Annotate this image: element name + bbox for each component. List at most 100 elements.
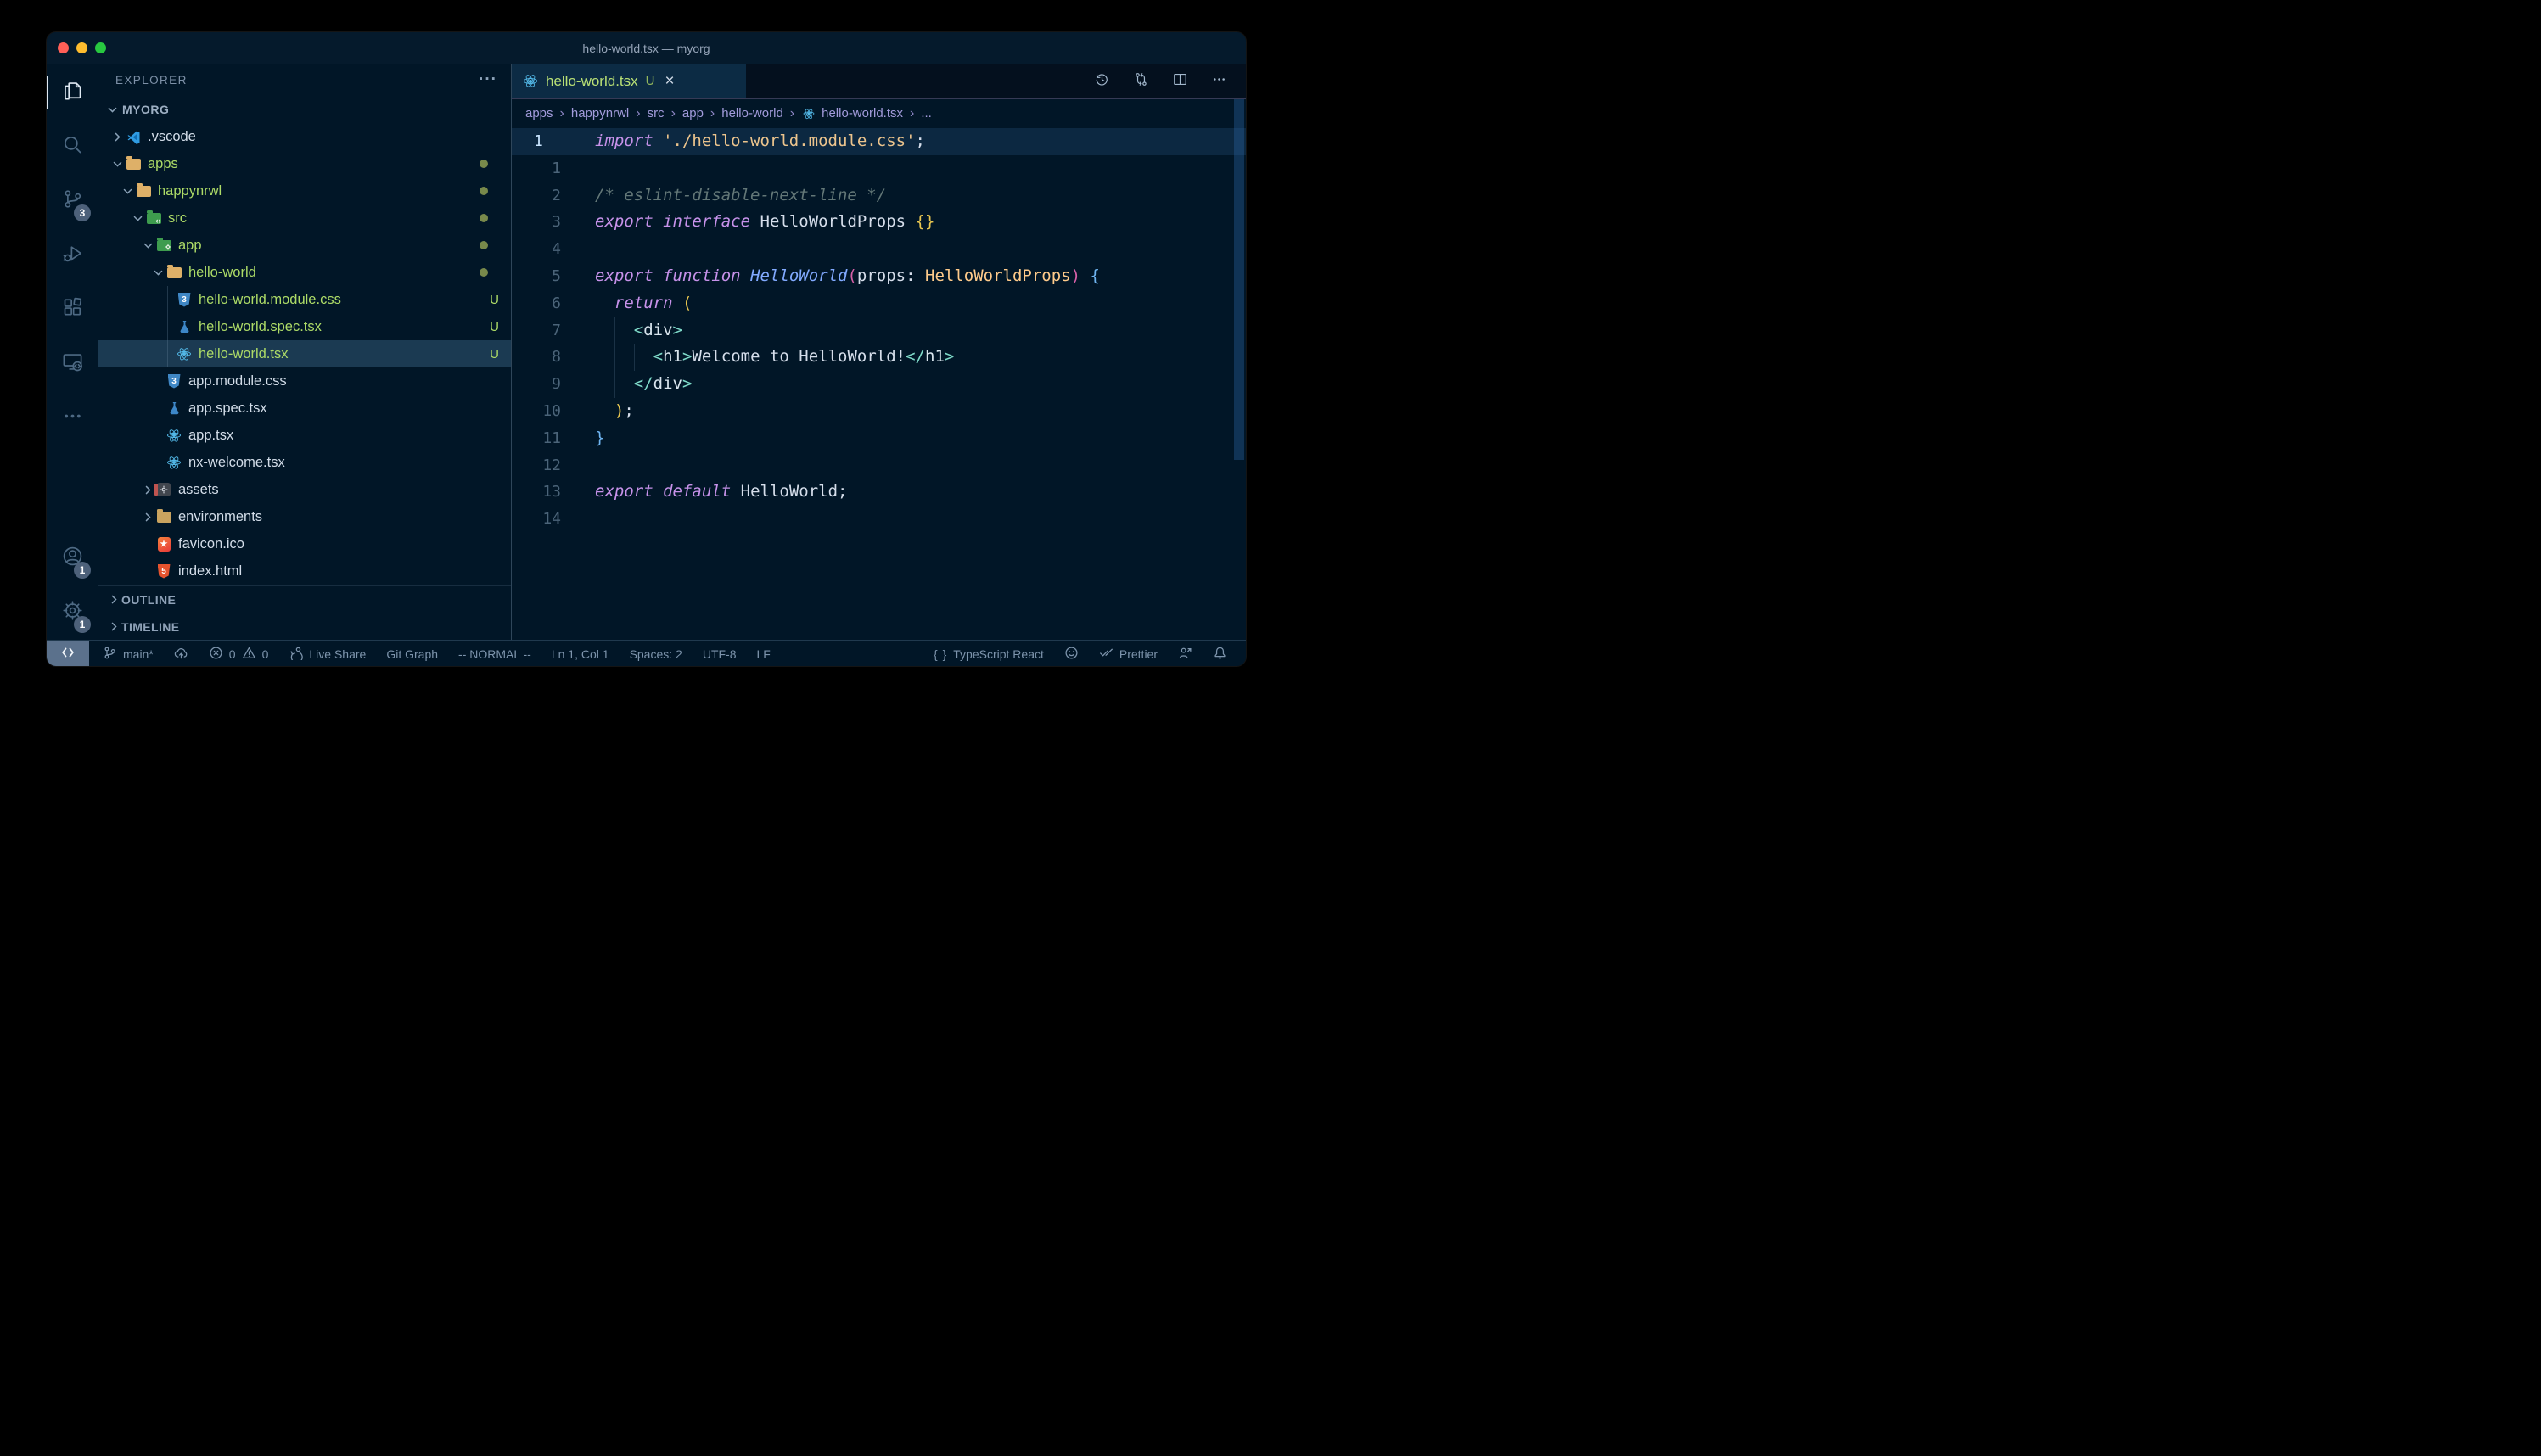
- tree-item-nx-welcome-tsx[interactable]: nx-welcome.tsx: [98, 449, 511, 476]
- close-tab-icon[interactable]: ×: [665, 75, 675, 88]
- indentation-label: Spaces: 2: [630, 647, 682, 661]
- outline-section-header[interactable]: OUTLINE: [98, 585, 511, 613]
- breadcrumb-app[interactable]: app›: [682, 106, 721, 121]
- remote-indicator[interactable]: [47, 641, 89, 666]
- tree-item-index-html[interactable]: 5index.html: [98, 557, 511, 585]
- editor-scrollbar[interactable]: [1234, 99, 1244, 460]
- vscode-window: hello-world.tsx — myorg 3: [47, 32, 1246, 666]
- tree-item-label: app.spec.tsx: [188, 400, 267, 417]
- code-line-14[interactable]: 13export default HelloWorld;: [512, 479, 1246, 506]
- tree-item-hello-world-spec-tsx[interactable]: hello-world.spec.tsxU: [98, 313, 511, 340]
- tree-item-environments[interactable]: environments: [98, 503, 511, 530]
- split-editor-icon[interactable]: [1172, 71, 1188, 92]
- more-actions-icon[interactable]: [1211, 71, 1227, 92]
- tree-item-label: environments: [178, 509, 262, 525]
- tree-item-app-module-css[interactable]: 3app.module.css: [98, 367, 511, 395]
- untracked-badge: U: [490, 320, 499, 334]
- tree-item-label: apps: [148, 156, 178, 172]
- minimize-window-button[interactable]: [76, 42, 87, 53]
- tree-item-hello-world-module-css[interactable]: 3hello-world.module.cssU: [98, 286, 511, 313]
- remote-explorer-activity-button[interactable]: [47, 337, 98, 391]
- code-line-11[interactable]: 10 );: [512, 398, 1246, 425]
- code-line-6[interactable]: 5export function HelloWorld(props: Hello…: [512, 263, 1246, 290]
- code-line-7[interactable]: 6 return (: [512, 290, 1246, 317]
- code-line-1[interactable]: 1import './hello-world.module.css';: [512, 128, 1246, 155]
- cursor-position-status[interactable]: Ln 1, Col 1: [552, 647, 609, 661]
- tab-hello-world-tsx[interactable]: hello-world.tsx U ×: [512, 64, 746, 98]
- tree-item-app-tsx[interactable]: app.tsx: [98, 422, 511, 449]
- run-debug-activity-button[interactable]: [47, 228, 98, 283]
- tree-item-hello-world[interactable]: hello-world: [98, 259, 511, 286]
- share-profile-status[interactable]: [1178, 646, 1192, 663]
- code-line-4[interactable]: 3export interface HelloWorldProps {}: [512, 209, 1246, 236]
- editor-actions: [1094, 64, 1246, 98]
- folder-src-icon: ‹›: [145, 213, 162, 224]
- source-control-activity-button[interactable]: 3: [47, 174, 98, 228]
- breadcrumb-hello-world[interactable]: hello-world›: [721, 106, 801, 121]
- live-share-icon: [289, 646, 303, 663]
- tree-item-src[interactable]: ‹›src: [98, 204, 511, 232]
- live-share-status[interactable]: Live Share: [289, 646, 366, 663]
- tree-item-assets[interactable]: assets: [98, 476, 511, 503]
- problems-status[interactable]: 0 0: [209, 646, 269, 663]
- breadcrumb-separator: ›: [910, 106, 914, 121]
- tree-item-hello-world-tsx[interactable]: hello-world.tsxU: [98, 340, 511, 367]
- folder-icon: [125, 159, 142, 170]
- chevron-right-icon: [141, 510, 155, 524]
- breadcrumb-hello-world-tsx[interactable]: hello-world.tsx›: [801, 106, 921, 121]
- tree-item--vscode[interactable]: .vscode: [98, 123, 511, 150]
- tree-item-favicon-ico[interactable]: ★favicon.ico: [98, 530, 511, 557]
- code-editor[interactable]: 1import './hello-world.module.css';12/* …: [512, 127, 1246, 640]
- breadcrumb-src[interactable]: src›: [648, 106, 682, 121]
- code-line-3[interactable]: 2/* eslint-disable-next-line */: [512, 182, 1246, 210]
- code-line-5[interactable]: 4: [512, 236, 1246, 263]
- tree-item-apps[interactable]: apps: [98, 150, 511, 177]
- code-line-2[interactable]: 1: [512, 155, 1246, 182]
- code-line-13[interactable]: 12: [512, 452, 1246, 479]
- modified-dot: [480, 241, 488, 249]
- tree-item-happynrwl[interactable]: happynrwl: [98, 177, 511, 204]
- line-number: 3: [512, 209, 561, 236]
- prettier-label: Prettier: [1119, 647, 1158, 661]
- eol-status[interactable]: LF: [757, 647, 771, 661]
- maximize-window-button[interactable]: [95, 42, 106, 53]
- close-window-button[interactable]: [58, 42, 69, 53]
- breadcrumb-happynrwl[interactable]: happynrwl›: [571, 106, 648, 121]
- git-branch-status[interactable]: main*: [103, 646, 154, 663]
- folder-app-icon: [155, 240, 172, 251]
- tree-item-app-spec-tsx[interactable]: app.spec.tsx: [98, 395, 511, 422]
- remote-icon: [60, 645, 76, 663]
- breadcrumb-apps[interactable]: apps›: [525, 106, 571, 121]
- code-line-9[interactable]: 8 <h1>Welcome to HelloWorld!</h1>: [512, 344, 1246, 371]
- timeline-history-icon[interactable]: [1094, 71, 1110, 92]
- settings-button[interactable]: 1: [47, 585, 98, 640]
- code-line-12[interactable]: 11}: [512, 425, 1246, 452]
- modified-dot: [480, 214, 488, 222]
- breadcrumb-separator: ›: [671, 106, 676, 121]
- line-number: 9: [512, 371, 561, 398]
- feedback-status[interactable]: [1064, 646, 1079, 663]
- extensions-activity-button[interactable]: [47, 283, 98, 337]
- encoding-status[interactable]: UTF-8: [703, 647, 737, 661]
- accounts-button[interactable]: 1: [47, 531, 98, 585]
- outline-label: OUTLINE: [121, 593, 176, 607]
- timeline-section-header[interactable]: TIMELINE: [98, 613, 511, 640]
- vim-mode-status[interactable]: -- NORMAL --: [458, 647, 531, 661]
- breadcrumb--[interactable]: ...: [921, 106, 932, 120]
- explorer-actions-button[interactable]: ···: [479, 76, 497, 84]
- indentation-status[interactable]: Spaces: 2: [630, 647, 682, 661]
- git-graph-status[interactable]: Git Graph: [386, 647, 438, 661]
- code-line-8[interactable]: 7 <div>: [512, 317, 1246, 344]
- open-changes-icon[interactable]: [1133, 71, 1149, 92]
- notifications-status[interactable]: [1213, 646, 1227, 663]
- more-views-button[interactable]: [47, 391, 98, 445]
- code-line-10[interactable]: 9 </div>: [512, 371, 1246, 398]
- code-line-15[interactable]: 14: [512, 506, 1246, 533]
- sync-status[interactable]: [174, 646, 188, 663]
- tree-item-app[interactable]: app: [98, 232, 511, 259]
- explorer-activity-button[interactable]: [47, 65, 98, 120]
- workspace-section-header[interactable]: MYORG: [98, 96, 511, 123]
- language-mode-status[interactable]: { } TypeScript React: [934, 647, 1044, 661]
- prettier-status[interactable]: Prettier: [1099, 646, 1158, 663]
- search-activity-button[interactable]: [47, 120, 98, 174]
